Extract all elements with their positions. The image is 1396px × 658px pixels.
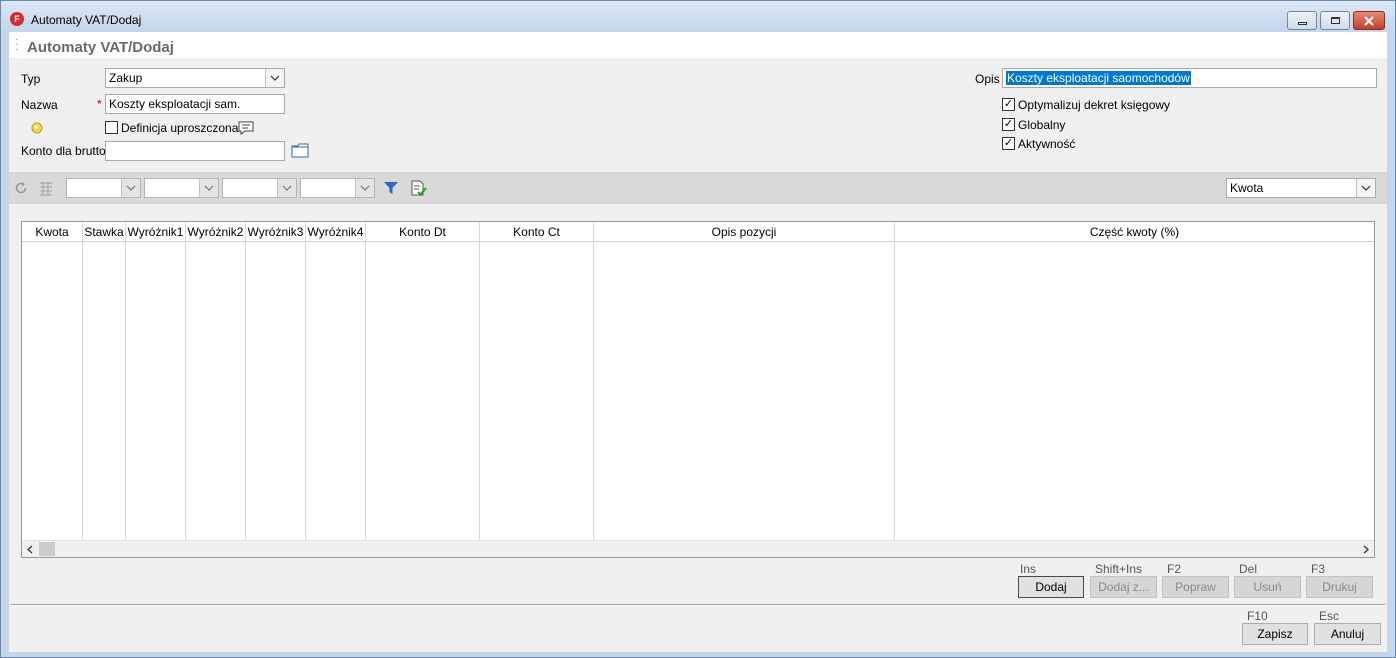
opis-label: Opis <box>975 72 1000 86</box>
dodaj-shortcut: Ins <box>1020 562 1037 576</box>
opis-input[interactable]: Koszty eksploatacji saomochodów <box>1002 68 1377 88</box>
optymalizuj-checkbox[interactable]: ✓ <box>1002 98 1015 111</box>
column-header-wyroznik1[interactable]: Wyróżnik1 <box>126 222 186 542</box>
zapisz-button[interactable]: Zapisz <box>1242 623 1308 645</box>
popraw-shortcut: F2 <box>1167 562 1182 576</box>
globalny-label: Globalny <box>1018 118 1066 132</box>
sort-combo[interactable]: Kwota <box>1226 178 1376 198</box>
comment-icon[interactable] <box>237 120 255 136</box>
filter-combo-4[interactable] <box>300 178 375 198</box>
anuluj-button[interactable]: Anuluj <box>1314 623 1381 645</box>
footer-divider <box>11 604 1385 606</box>
column-header-kwota[interactable]: Kwota <box>22 222 83 542</box>
nazwa-label: Nazwa <box>21 98 58 112</box>
dodaj-z-button[interactable]: Dodaj z... <box>1090 576 1157 598</box>
title-bar[interactable]: F Automaty VAT/Dodaj <box>1 1 1395 32</box>
minimize-icon <box>1297 22 1307 25</box>
aktywnosc-label: Aktywność <box>1018 137 1076 151</box>
app-logo-icon: F <box>10 12 24 26</box>
filter-icon[interactable] <box>382 179 400 197</box>
minimize-button[interactable] <box>1287 11 1317 30</box>
grid-toolbar: Kwota <box>9 172 1387 204</box>
nazwa-input[interactable]: Koszty eksploatacji sam. <box>105 94 285 114</box>
form-body: · · · Automaty VAT/Dodaj Typ Zakup Nazwa *… <box>9 32 1387 652</box>
window-title: Automaty VAT/Dodaj <box>31 13 142 27</box>
filter-combo-1[interactable] <box>66 178 141 198</box>
column-settings-icon[interactable] <box>37 180 55 196</box>
positions-grid[interactable]: Kwota Stawka Wyróżnik1 Wyróżnik2 Wyróżni… <box>21 221 1375 558</box>
chevron-down-icon[interactable] <box>199 179 218 197</box>
folder-icon[interactable] <box>291 142 309 158</box>
usun-shortcut: Del <box>1239 562 1258 576</box>
filter-combo-3[interactable] <box>222 178 297 198</box>
status-bulb-icon <box>31 122 43 134</box>
close-icon <box>1364 15 1374 26</box>
chevron-down-icon[interactable] <box>121 179 140 197</box>
restore-icon <box>1330 17 1340 24</box>
anuluj-shortcut: Esc <box>1319 609 1340 623</box>
scroll-left-icon[interactable] <box>25 543 35 555</box>
horizontal-scrollbar[interactable] <box>22 540 1374 557</box>
optymalizuj-label: Optymalizuj dekret księgowy <box>1018 98 1171 112</box>
nazwa-value: Koszty eksploatacji sam. <box>109 97 241 111</box>
chevron-down-icon[interactable] <box>277 179 296 197</box>
drukuj-shortcut: F3 <box>1311 562 1326 576</box>
aktywnosc-checkbox[interactable]: ✓ <box>1002 137 1015 150</box>
opis-value: Koszty eksploatacji saomochodów <box>1006 71 1191 85</box>
page-title: Automaty VAT/Dodaj <box>27 39 174 56</box>
definicja-label: Definicja uproszczona <box>121 121 239 135</box>
export-list-icon[interactable] <box>409 179 427 197</box>
scroll-right-icon[interactable] <box>1361 543 1371 555</box>
popraw-button[interactable]: Popraw <box>1162 576 1229 598</box>
dodaj-button[interactable]: Dodaj <box>1018 576 1084 598</box>
column-header-stawka[interactable]: Stawka <box>83 222 126 542</box>
typ-label: Typ <box>21 72 41 86</box>
chevron-down-icon[interactable] <box>1356 179 1375 197</box>
typ-value: Zakup <box>109 71 143 85</box>
drukuj-button[interactable]: Drukuj <box>1306 576 1373 598</box>
close-button[interactable] <box>1353 11 1385 30</box>
maximize-button[interactable] <box>1320 11 1350 30</box>
zapisz-shortcut: F10 <box>1247 609 1268 623</box>
column-header-wyroznik3[interactable]: Wyróżnik3 <box>246 222 306 542</box>
column-header-wyroznik4[interactable]: Wyróżnik4 <box>306 222 366 542</box>
scroll-thumb[interactable] <box>39 542 55 556</box>
required-marker: * <box>97 97 102 111</box>
konto-brutto-input[interactable] <box>105 141 285 161</box>
definicja-checkbox[interactable] <box>105 121 118 134</box>
dodaj-z-shortcut: Shift+Ins <box>1095 562 1143 576</box>
chevron-down-icon[interactable] <box>355 179 374 197</box>
column-header-opis-pozycji[interactable]: Opis pozycji <box>594 222 895 542</box>
konto-brutto-label: Konto dla brutto <box>21 144 106 158</box>
page-header: · · · Automaty VAT/Dodaj <box>9 32 1387 58</box>
refresh-icon[interactable] <box>13 180 29 196</box>
column-header-wyroznik2[interactable]: Wyróżnik2 <box>186 222 246 542</box>
sort-combo-value: Kwota <box>1230 181 1264 195</box>
filter-combo-2[interactable] <box>144 178 219 198</box>
grip-icon: · · · <box>15 34 19 55</box>
globalny-checkbox[interactable]: ✓ <box>1002 118 1015 131</box>
typ-select[interactable]: Zakup <box>105 68 285 88</box>
chevron-down-icon[interactable] <box>265 69 284 87</box>
usun-button[interactable]: Usuń <box>1234 576 1301 598</box>
column-header-konto-ct[interactable]: Konto Ct <box>480 222 594 542</box>
column-header-czesc-kwoty[interactable]: Część kwoty (%) <box>895 222 1374 542</box>
column-header-konto-dt[interactable]: Konto Dt <box>366 222 480 542</box>
main-window: F Automaty VAT/Dodaj · · · Automaty VAT/Do… <box>0 0 1396 658</box>
